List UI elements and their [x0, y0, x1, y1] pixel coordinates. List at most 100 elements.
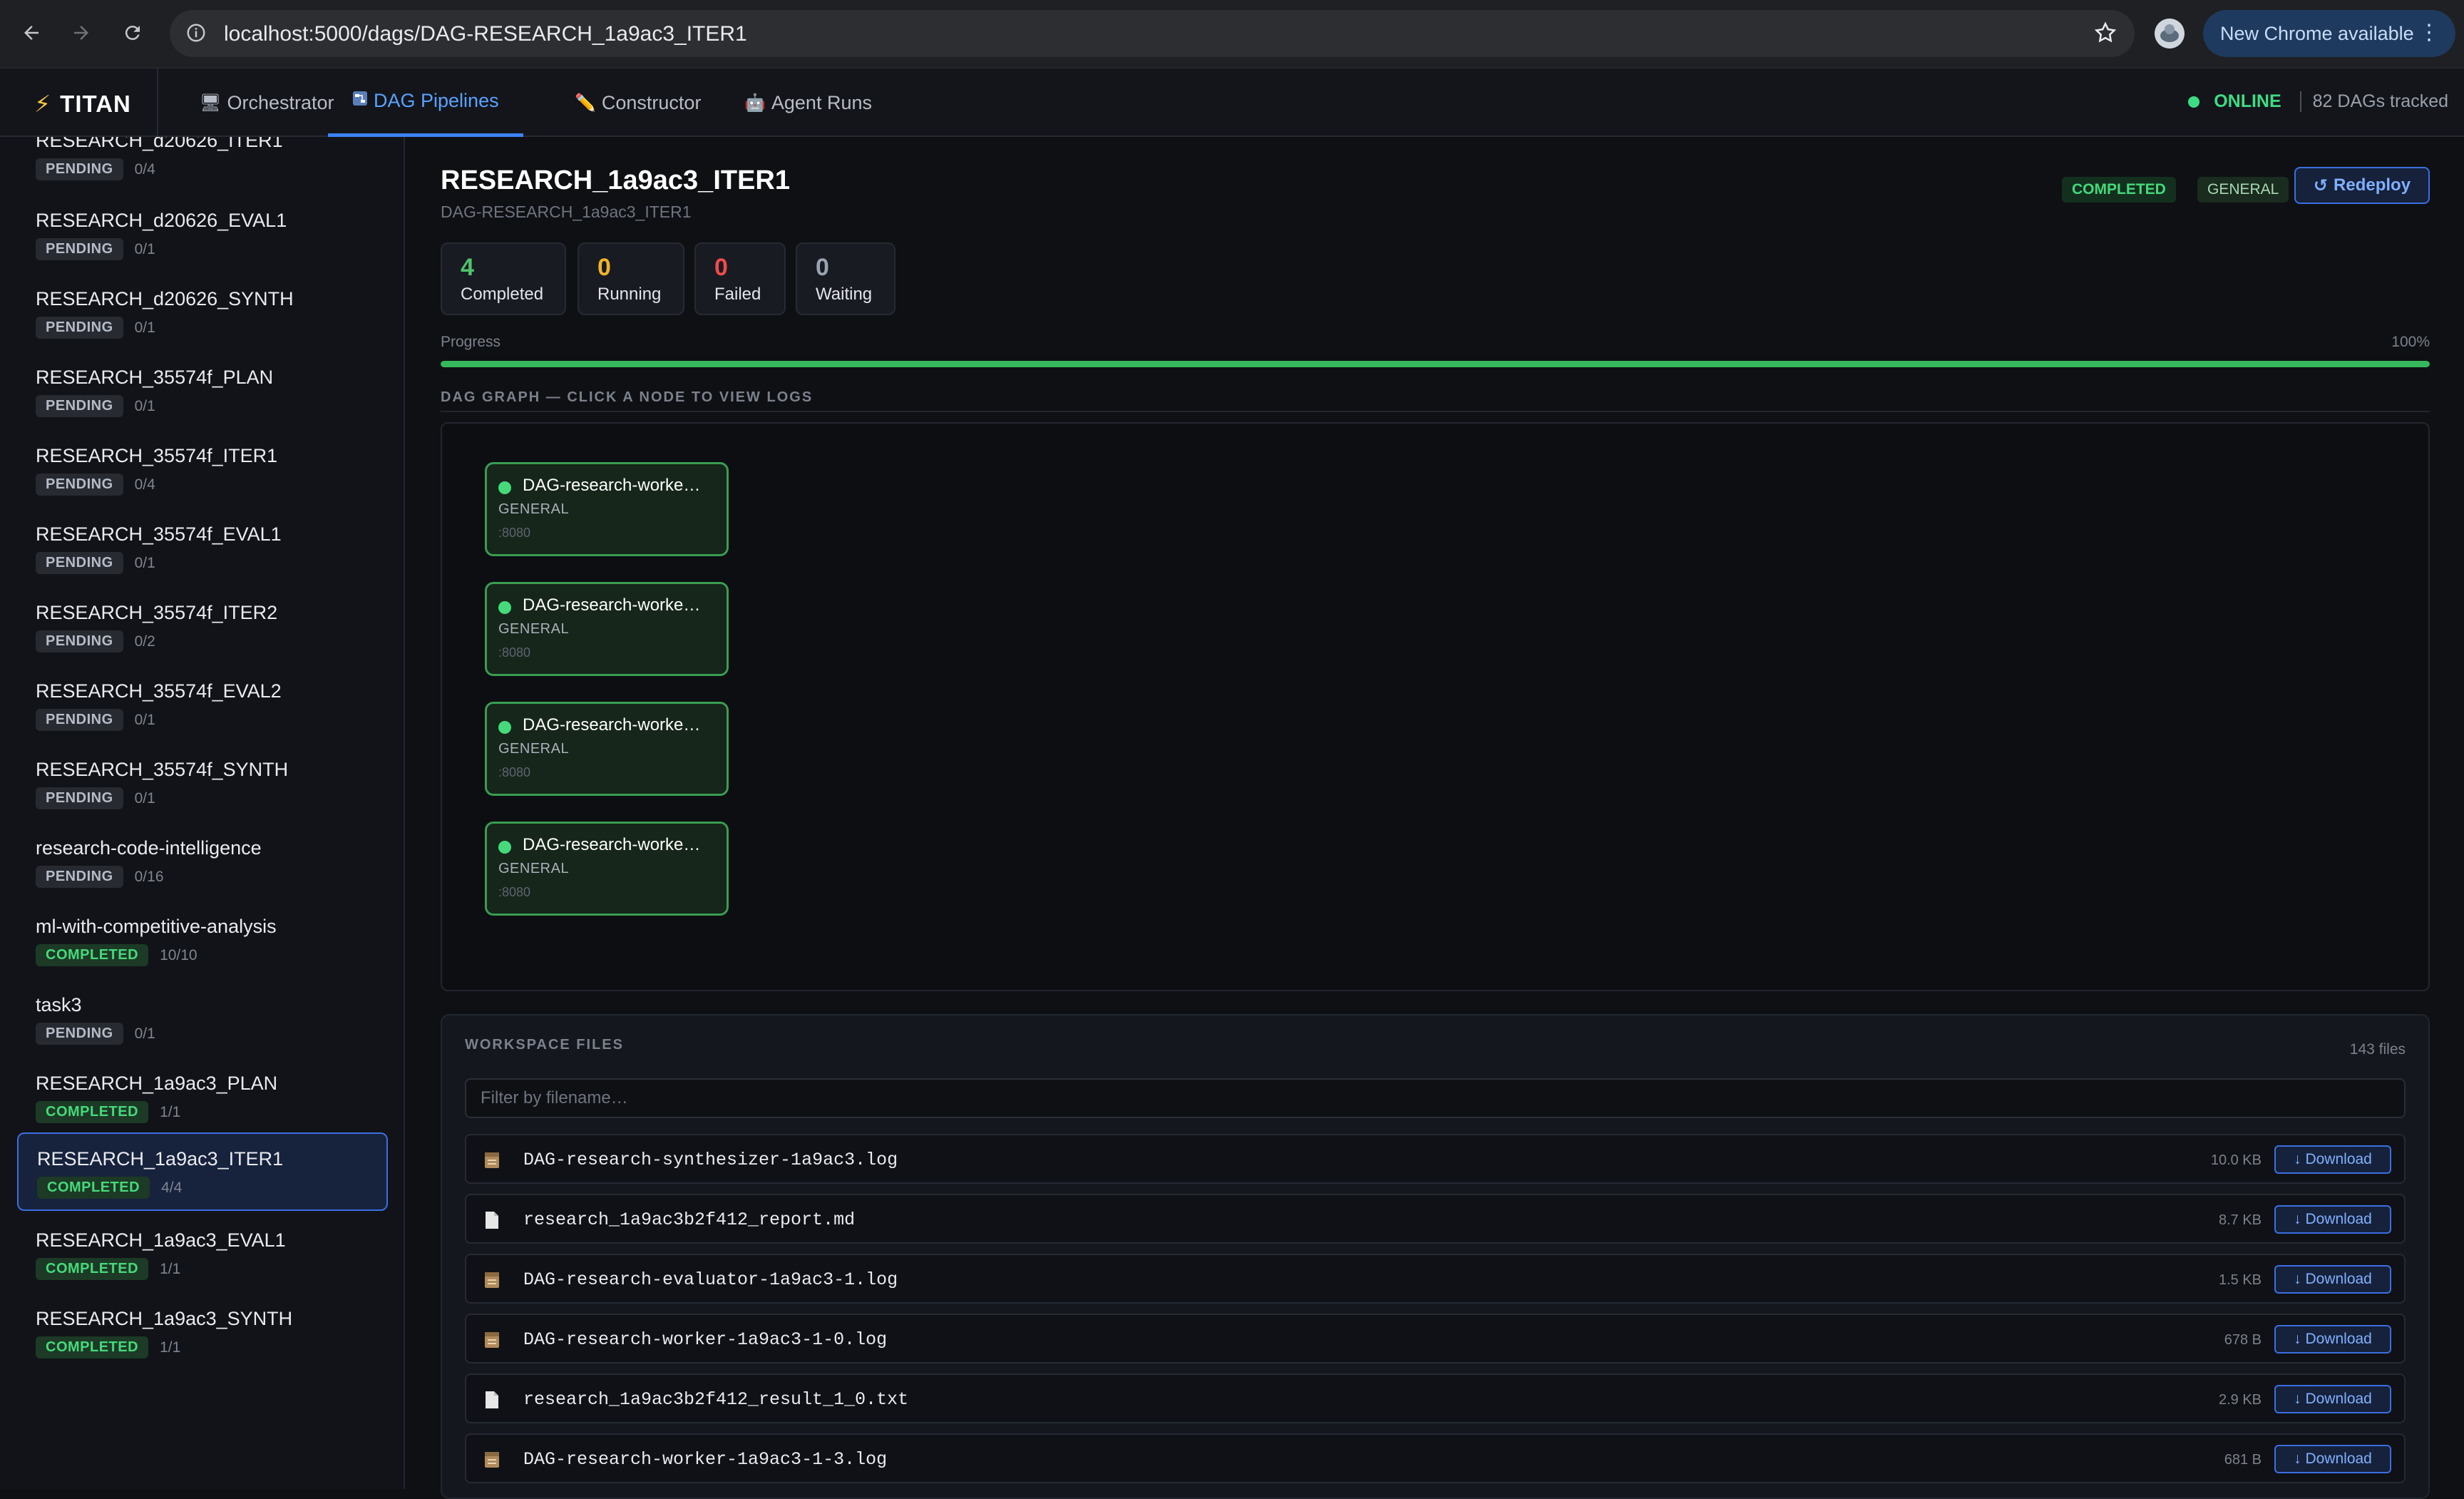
sidebar-item[interactable]: RESEARCH_1a9ac3_SYNTH COMPLETED 1/1: [17, 1294, 388, 1372]
status-badge: PENDING: [36, 552, 123, 574]
file-row[interactable]: DAG-research-synthesizer-1a9ac3.log 10.0 …: [465, 1134, 2406, 1184]
dag-name: RESEARCH_1a9ac3_PLAN: [36, 1073, 278, 1094]
file-name: research_1a9ac3b2f412_result_1_0.txt: [523, 1389, 909, 1410]
connection-status: ONLINE 82 DAGs tracked: [2188, 91, 2448, 112]
sidebar-item[interactable]: RESEARCH_d20626_EVAL1 PENDING 0/1: [17, 195, 388, 274]
progress-percent: 100%: [2391, 334, 2430, 350]
task-count: 0/1: [134, 240, 155, 257]
dag-meta: PENDING 0/1: [36, 395, 155, 417]
download-button[interactable]: ↓ Download: [2274, 1325, 2391, 1354]
task-count: 4/4: [161, 1179, 183, 1196]
tab-orchestrator[interactable]: 🖥 Orchestrator: [200, 68, 334, 137]
file-row[interactable]: research_1a9ac3b2f412_report.md 8.7 KB ↓ D…: [465, 1194, 2406, 1244]
pipeline-icon: [352, 91, 368, 111]
document-icon: [483, 1211, 500, 1229]
dag-meta: PENDING 0/1: [36, 709, 155, 731]
download-button[interactable]: ↓ Download: [2274, 1205, 2391, 1234]
stat-value: 0: [714, 254, 728, 281]
bookmark-star-icon[interactable]: [2093, 21, 2118, 48]
dag-meta: PENDING 0/4: [36, 474, 155, 496]
tab-label: Constructor: [601, 91, 702, 113]
node-status-dot: [498, 841, 511, 854]
file-name: research_1a9ac3b2f412_report.md: [523, 1209, 856, 1230]
file-row[interactable]: DAG-research-evaluator-1a9ac3-1.log 1.5 K…: [465, 1254, 2406, 1304]
sidebar-item[interactable]: task3 PENDING 0/1: [17, 980, 388, 1058]
log-file-icon: [483, 1271, 500, 1289]
task-count: 0/1: [134, 1025, 155, 1042]
sidebar-item[interactable]: RESEARCH_35574f_ITER2 PENDING 0/2: [17, 588, 388, 666]
download-button[interactable]: ↓ Download: [2274, 1145, 2391, 1174]
sidebar-item[interactable]: RESEARCH_35574f_PLAN PENDING 0/1: [17, 352, 388, 431]
sidebar-item[interactable]: ml-with-competitive-analysis COMPLETED 10/…: [17, 901, 388, 980]
node-status-dot: [498, 601, 511, 614]
sidebar-item[interactable]: RESEARCH_35574f_SYNTH PENDING 0/1: [17, 745, 388, 823]
graph-heading: DAG GRAPH — CLICK A NODE TO VIEW LOGS: [441, 389, 813, 405]
file-row[interactable]: research_1a9ac3b2f412_result_1_0.txt 2.9 …: [465, 1373, 2406, 1423]
sidebar-item[interactable]: research-code-intelligence PENDING 0/16: [17, 823, 388, 901]
graph-node[interactable]: DAG-research-worke… GENERAL :8080: [485, 462, 729, 556]
sidebar-item[interactable]: RESEARCH_35574f_ITER1 PENDING 0/4: [17, 431, 388, 509]
dag-name: RESEARCH_d20626_EVAL1: [36, 210, 287, 231]
status-badge: COMPLETED: [36, 1258, 149, 1280]
dag-graph[interactable]: DAG-research-worke… GENERAL :8080 DAG-re…: [441, 422, 2430, 991]
status-badge: PENDING: [36, 630, 123, 653]
status-badge: PENDING: [36, 474, 123, 496]
stat-label: Failed: [714, 285, 761, 304]
status-badge: COMPLETED: [36, 1101, 149, 1123]
back-icon[interactable]: [16, 17, 47, 48]
redeploy-button[interactable]: ↺ Redeploy: [2294, 167, 2430, 204]
sidebar-item[interactable]: RESEARCH_1a9ac3_EVAL1 COMPLETED 1/1: [17, 1215, 388, 1294]
brand-divider: [157, 68, 158, 137]
download-button[interactable]: ↓ Download: [2274, 1445, 2391, 1473]
stat-failed: 0 Failed: [694, 242, 786, 315]
sidebar-item[interactable]: RESEARCH_1a9ac3_ITER1 COMPLETED 4/4: [17, 1132, 388, 1211]
node-port: :8080: [498, 885, 531, 899]
dag-detail-panel: RESEARCH_1a9ac3_ITER1 DAG-RESEARCH_1a9ac…: [406, 137, 2464, 1499]
reload-icon[interactable]: [117, 17, 148, 48]
status-badge: COMPLETED: [36, 944, 149, 966]
monitor-icon: 🖥: [200, 93, 222, 113]
dag-meta: PENDING 0/1: [36, 552, 155, 574]
download-button[interactable]: ↓ Download: [2274, 1385, 2391, 1413]
tab-dag-pipelines[interactable]: DAG Pipelines: [328, 68, 523, 137]
tab-label: Orchestrator: [227, 91, 334, 113]
tab-constructor[interactable]: ✏️ Constructor: [575, 68, 701, 137]
file-row[interactable]: DAG-research-worker-1a9ac3-1-0.log 678 B ↓…: [465, 1314, 2406, 1364]
dag-name: RESEARCH_35574f_EVAL2: [36, 680, 282, 702]
dag-name: RESEARCH_1a9ac3_SYNTH: [36, 1308, 293, 1329]
download-button[interactable]: ↓ Download: [2274, 1265, 2391, 1294]
file-row[interactable]: DAG-research-worker-1a9ac3-1-3.log 681 B ↓…: [465, 1433, 2406, 1483]
sidebar-item[interactable]: RESEARCH_d20626_ITER1 PENDING 0/4: [17, 137, 388, 194]
menu-kebab-icon[interactable]: ⋮: [2418, 20, 2440, 45]
stat-label: Running: [597, 285, 662, 304]
graph-node[interactable]: DAG-research-worke… GENERAL :8080: [485, 822, 729, 916]
node-type: GENERAL: [498, 501, 570, 517]
task-count: 0/4: [134, 160, 155, 178]
sidebar-item[interactable]: RESEARCH_d20626_SYNTH PENDING 0/1: [17, 274, 388, 352]
status-badge: PENDING: [36, 395, 123, 417]
sidebar-item[interactable]: RESEARCH_35574f_EVAL1 PENDING 0/1: [17, 509, 388, 588]
address-bar[interactable]: localhost:5000/dags/DAG-RESEARCH_1a9ac3_…: [170, 10, 2135, 57]
sidebar-item[interactable]: RESEARCH_35574f_EVAL2 PENDING 0/1: [17, 666, 388, 745]
graph-node[interactable]: DAG-research-worke… GENERAL :8080: [485, 582, 729, 676]
dag-name: task3: [36, 994, 82, 1015]
profile-avatar[interactable]: [2155, 19, 2185, 48]
site-info-icon[interactable]: [185, 22, 207, 47]
log-file-icon: [483, 1151, 500, 1170]
task-count: 0/2: [134, 633, 155, 650]
dag-meta: PENDING 0/1: [36, 1023, 155, 1045]
node-name: DAG-research-worke…: [523, 835, 701, 854]
graph-node[interactable]: DAG-research-worke… GENERAL :8080: [485, 702, 729, 796]
dag-meta: PENDING 0/1: [36, 238, 155, 260]
progress-fill: [441, 361, 2430, 367]
forward-icon[interactable]: [66, 17, 97, 48]
tab-label: Agent Runs: [771, 91, 872, 113]
status-badge: COMPLETED: [2062, 177, 2176, 203]
brand-logo[interactable]: ⚡ TITAN: [34, 90, 131, 118]
dag-sidebar[interactable]: RESEARCH_d20626_ITER1 PENDING 0/4 RESEARCH_…: [0, 137, 405, 1489]
url-text[interactable]: localhost:5000/dags/DAG-RESEARCH_1a9ac3_…: [224, 22, 747, 46]
chrome-update-button[interactable]: New Chrome available ⋮: [2203, 10, 2455, 57]
sidebar-item[interactable]: RESEARCH_1a9ac3_PLAN COMPLETED 1/1: [17, 1058, 388, 1137]
tab-agent-runs[interactable]: 🤖 Agent Runs: [744, 68, 872, 137]
filename-filter-input[interactable]: [465, 1078, 2406, 1118]
